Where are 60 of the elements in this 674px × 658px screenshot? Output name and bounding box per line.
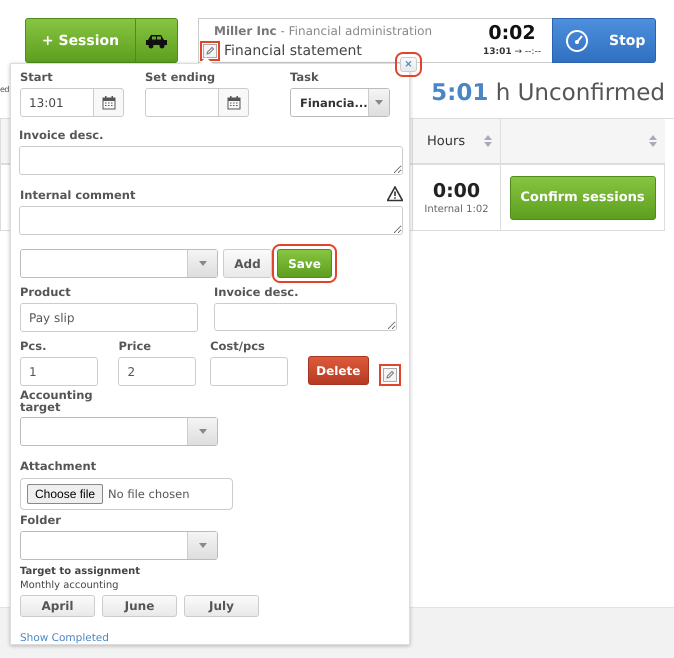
field-label: Invoice desc. — [19, 128, 104, 142]
field-label: Product — [20, 285, 72, 299]
input-field[interactable]: Pay slip — [20, 303, 198, 332]
field-label: Cost/pcs — [210, 339, 266, 353]
caret-icon — [198, 429, 206, 434]
calendar-button[interactable] — [219, 88, 249, 117]
caret-icon — [198, 543, 206, 548]
input-field[interactable]: 2 — [118, 357, 196, 386]
month-button[interactable]: July — [184, 595, 259, 617]
show-completed-link[interactable]: Show Completed — [20, 632, 109, 644]
caret-icon — [374, 100, 383, 105]
input-field[interactable] — [210, 357, 288, 386]
calendar-icon — [102, 95, 116, 110]
month-button[interactable]: April — [20, 595, 95, 617]
month-button[interactable]: June — [102, 595, 177, 617]
dropdown-field[interactable] — [20, 531, 218, 560]
text-area[interactable] — [19, 206, 403, 235]
car-icon — [145, 32, 168, 49]
calendar-icon — [226, 95, 240, 110]
customer-project: Miller Inc - Financial administration — [213, 24, 434, 38]
time-field[interactable] — [145, 88, 219, 117]
calendar-button[interactable] — [94, 88, 124, 117]
edit-icon[interactable] — [383, 368, 397, 382]
field-label: Internal comment — [19, 188, 136, 202]
field-label: Start — [20, 70, 54, 84]
column-header[interactable]: Hours — [412, 119, 500, 165]
field-label: Pcs. — [20, 339, 48, 353]
caret-icon — [198, 261, 206, 266]
unconfirmed-hours: 5:01 h Unconfirmed — [431, 80, 665, 106]
internal-hours: Internal 1:02 — [424, 204, 489, 215]
choose-file-button[interactable]: Choose file — [27, 484, 104, 504]
text-area[interactable] — [214, 303, 397, 331]
add-button[interactable]: Add — [223, 249, 272, 278]
file-status: No file chosen — [108, 487, 190, 501]
time-field[interactable]: 13:01 — [20, 88, 94, 117]
field-label: Accounting target — [20, 389, 94, 413]
field-label: Folder — [20, 513, 62, 527]
field-label: Invoice desc. — [214, 285, 300, 299]
field-label: Attachment — [20, 459, 98, 473]
field-label: Task — [290, 70, 320, 84]
dropdown-field[interactable]: Financia... — [290, 88, 390, 117]
delete-button[interactable]: Delete — [308, 356, 369, 385]
task-name: Financial statement — [224, 43, 362, 59]
text-area[interactable] — [19, 146, 403, 175]
warning-icon — [387, 186, 403, 202]
stop-button[interactable]: Stop — [552, 18, 656, 63]
dropdown-field[interactable] — [20, 417, 218, 446]
field-label: Set ending — [145, 70, 216, 84]
gauge-icon — [565, 28, 589, 52]
hours-value: 0:00 — [432, 180, 480, 202]
dropdown-field[interactable] — [20, 249, 218, 278]
input-field[interactable]: 1 — [20, 357, 98, 386]
file-field[interactable]: Choose file No file chosen — [20, 478, 233, 510]
field-label: Price — [118, 339, 152, 353]
assignment-name: Monthly accounting — [20, 580, 120, 591]
time-range: 13:01 → --:-- — [483, 47, 541, 57]
section-title: Target to assignment — [20, 566, 142, 577]
elapsed-time: 0:02 — [488, 22, 536, 44]
column-header[interactable] — [500, 119, 665, 165]
cut-text: ed — [0, 85, 9, 94]
